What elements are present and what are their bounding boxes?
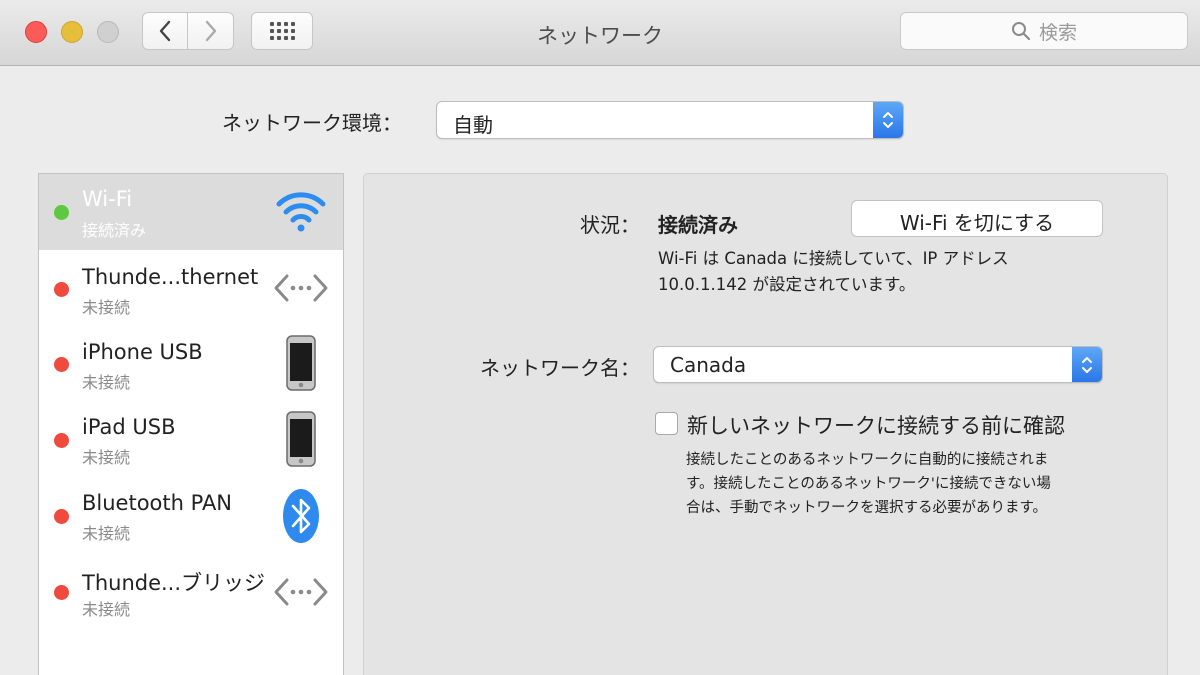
- close-window-button[interactable]: [25, 21, 47, 43]
- turn-wifi-off-button[interactable]: Wi-Fi を切にする: [851, 200, 1103, 237]
- back-button[interactable]: [142, 12, 188, 50]
- help-line-3: 合は、手動でネットワークを選択する必要があります。: [686, 500, 1048, 516]
- bluetooth-icon: [283, 489, 319, 543]
- chevron-right-icon: [205, 20, 216, 42]
- network-preferences-window: ネットワーク 検索 ネットワーク環境： 自動 Wi-Fi 接続済み Thunde…: [0, 0, 1200, 675]
- service-name: Thunde...thernet: [82, 265, 259, 289]
- network-name-label: ネットワーク名：: [480, 356, 640, 380]
- service-name: Bluetooth PAN: [82, 491, 233, 515]
- status-dot: [54, 509, 69, 524]
- service-item-wifi[interactable]: Wi-Fi 接続済み: [39, 174, 343, 250]
- service-status: 未接続: [82, 600, 131, 619]
- status-dot: [54, 357, 69, 372]
- status-dot: [54, 282, 69, 297]
- show-all-button[interactable]: [251, 12, 313, 50]
- search-icon: [1011, 22, 1031, 41]
- zoom-window-button[interactable]: [97, 21, 119, 43]
- service-name: iPhone USB: [82, 340, 203, 364]
- service-name: iPad USB: [82, 415, 176, 439]
- chevron-left-icon: [159, 20, 171, 42]
- service-name: Wi-Fi: [82, 187, 133, 211]
- popup-arrows-icon: [1072, 347, 1102, 382]
- service-status: 接続済み: [82, 221, 147, 240]
- ipad-icon: [286, 411, 316, 467]
- service-status: 未接続: [82, 298, 131, 317]
- search-placeholder: 検索: [1038, 21, 1077, 44]
- status-dot: [54, 585, 69, 600]
- location-label: ネットワーク環境：: [222, 111, 402, 135]
- network-name-popup[interactable]: Canada: [653, 346, 1103, 383]
- title-bar: ネットワーク 検索: [0, 0, 1200, 66]
- status-description-line-1: Wi-Fi は Canada に接続していて、IP アドレス: [658, 249, 1009, 268]
- ethernet-arrows-icon: [274, 274, 328, 302]
- help-line-1: 接続したことのあるネットワークに自動的に接続されま: [686, 452, 1049, 468]
- ask-to-join-label[interactable]: 新しいネットワークに接続する前に確認: [687, 410, 1065, 440]
- service-status: 未接続: [82, 524, 131, 543]
- ask-to-join-help: 接続したことのあるネットワークに自動的に接続されま す。接続したことのあるネット…: [686, 448, 1106, 520]
- service-item-iphone-usb[interactable]: iPhone USB 未接続: [39, 326, 343, 402]
- service-status: 未接続: [82, 448, 131, 467]
- status-dot: [54, 433, 69, 448]
- ask-to-join-checkbox[interactable]: [655, 412, 678, 435]
- search-field[interactable]: 検索: [900, 12, 1188, 50]
- service-item-ipad-usb[interactable]: iPad USB 未接続: [39, 402, 343, 478]
- service-status: 未接続: [82, 373, 131, 392]
- bridge-arrows-icon: [274, 578, 328, 606]
- service-name: Thunde...ブリッジ: [82, 571, 266, 595]
- grid-icon: [269, 22, 295, 40]
- wifi-icon: [276, 192, 326, 232]
- status-value: 接続済み: [658, 213, 738, 237]
- service-item-thunderbolt-bridge[interactable]: Thunde...ブリッジ 未接続: [39, 554, 343, 630]
- service-item-bluetooth-pan[interactable]: Bluetooth PAN 未接続: [39, 478, 343, 554]
- help-line-2: す。接続したことのあるネットワーク'に接続できない場: [686, 476, 1051, 492]
- status-dot: [54, 205, 69, 220]
- minimize-window-button[interactable]: [61, 21, 83, 43]
- service-list[interactable]: Wi-Fi 接続済み Thunde...thernet 未接続 iPhone U…: [38, 173, 344, 675]
- status-description-line-2: 10.0.1.142 が設定されています。: [658, 275, 916, 294]
- popup-arrows-icon: [873, 102, 903, 138]
- status-label: 状況：: [580, 213, 640, 237]
- iphone-icon: [286, 335, 316, 391]
- network-name-value: Canada: [670, 353, 747, 377]
- window-title: ネットワーク: [537, 24, 663, 48]
- location-value: 自動: [453, 113, 493, 137]
- service-item-thunderbolt-ethernet[interactable]: Thunde...thernet 未接続: [39, 250, 343, 326]
- forward-button[interactable]: [188, 12, 234, 50]
- location-popup[interactable]: 自動: [436, 101, 904, 139]
